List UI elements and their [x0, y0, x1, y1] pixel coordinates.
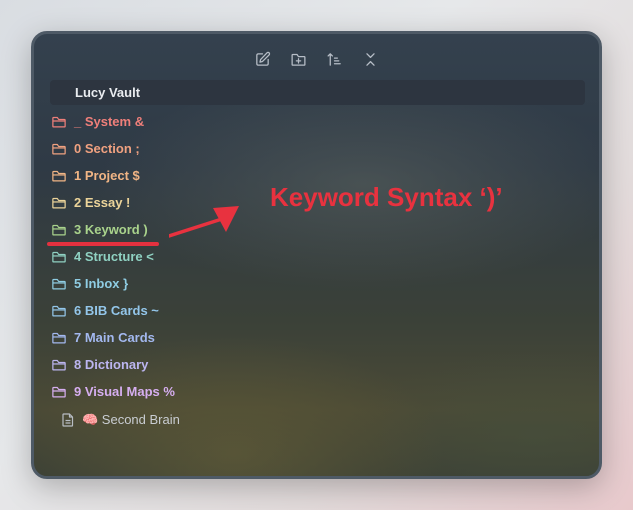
new-folder-button[interactable] — [288, 48, 310, 70]
folder-icon — [52, 197, 66, 209]
highlight-underline — [47, 242, 159, 246]
keyword-syntax-annotation: Keyword Syntax ‘)’ — [270, 182, 503, 212]
folder-label: 2 Essay ! — [74, 195, 131, 210]
collapse-all-icon — [366, 52, 375, 66]
folder-label: 1 Project $ — [74, 168, 140, 183]
folder-icon — [52, 386, 66, 398]
explorer-toolbar — [34, 48, 599, 70]
file-item-second-brain[interactable]: 🧠 Second Brain — [52, 405, 572, 435]
folder-item[interactable]: 0 Section ; — [52, 135, 572, 162]
folder-label: 5 Inbox } — [74, 276, 129, 291]
annotation-arrow-icon — [169, 206, 239, 238]
folder-icon — [52, 305, 66, 317]
new-note-icon — [256, 51, 271, 66]
folder-icon — [52, 224, 66, 236]
folder-label: 9 Visual Maps % — [74, 384, 175, 399]
folder-icon — [52, 359, 66, 371]
folder-item[interactable]: 3 Keyword ) — [52, 216, 572, 243]
folder-label: 7 Main Cards — [74, 330, 155, 345]
new-folder-icon — [291, 53, 306, 66]
folder-item[interactable]: 4 Structure < — [52, 243, 572, 270]
folder-item[interactable]: 6 BIB Cards ~ — [52, 297, 572, 324]
folder-label: 8 Dictionary — [74, 357, 149, 372]
file-explorer-window: Lucy Vault _ System & 0 Section ; 1 Projec… — [31, 31, 602, 479]
folder-item[interactable]: _ System & — [52, 108, 572, 135]
sort-icon — [327, 52, 341, 66]
folder-icon — [52, 251, 66, 263]
folder-item[interactable]: 9 Visual Maps % — [52, 378, 572, 405]
collapse-all-button[interactable] — [360, 48, 382, 70]
folder-label: 0 Section ; — [74, 141, 140, 156]
folder-icon — [52, 170, 66, 182]
folder-icon — [52, 278, 66, 290]
folder-label: _ System & — [74, 114, 145, 129]
file-label: 🧠 Second Brain — [82, 412, 180, 427]
folder-label: 3 Keyword ) — [74, 222, 148, 237]
folder-icon — [52, 332, 66, 344]
folder-item[interactable]: 5 Inbox } — [52, 270, 572, 297]
vault-name[interactable]: Lucy Vault — [50, 80, 585, 105]
new-note-button[interactable] — [252, 48, 274, 70]
folder-tree: _ System & 0 Section ; 1 Project $ 2 Essay … — [52, 108, 572, 435]
folder-label: 4 Structure < — [74, 249, 154, 264]
folder-icon — [52, 143, 66, 155]
sort-button[interactable] — [324, 48, 346, 70]
folder-item[interactable]: 7 Main Cards — [52, 324, 572, 351]
file-icon — [62, 413, 74, 427]
folder-label: 6 BIB Cards ~ — [74, 303, 159, 318]
folder-item[interactable]: 8 Dictionary — [52, 351, 572, 378]
folder-icon — [52, 116, 66, 128]
